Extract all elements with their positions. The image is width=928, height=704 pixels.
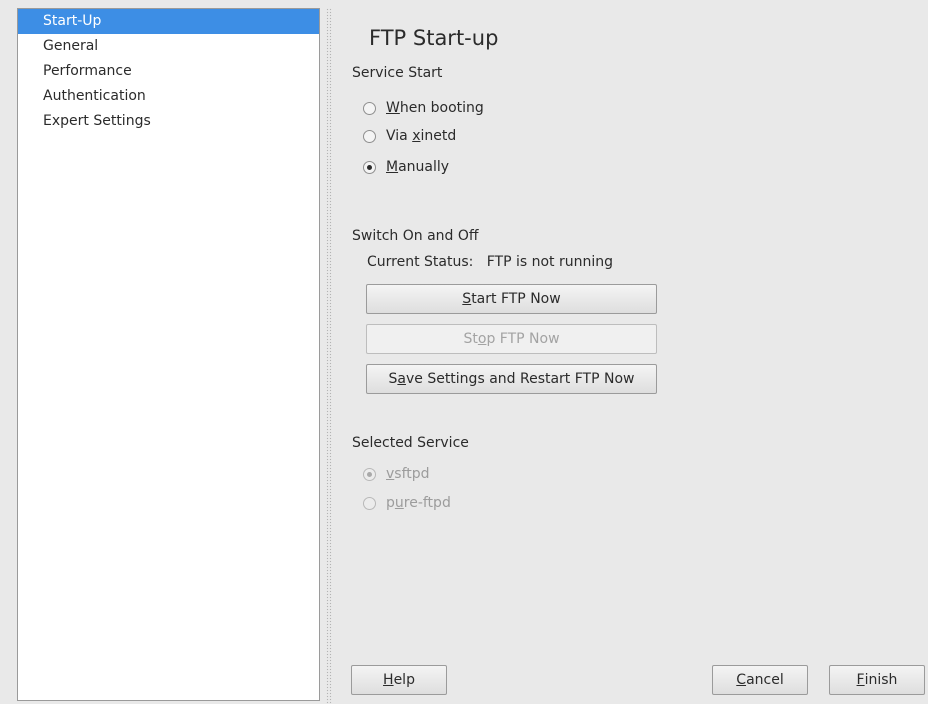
- radio-vsftpd-label: vsftpd: [386, 466, 430, 482]
- sidebar-tree: Start-Up General Performance Authenticat…: [17, 8, 320, 701]
- radio-vsftpd: vsftpd: [363, 463, 430, 485]
- sidebar-item-expert-settings[interactable]: Expert Settings: [18, 109, 319, 134]
- radio-when-booting[interactable]: When booting: [363, 97, 484, 119]
- radio-via-xinetd-label: Via xinetd: [386, 128, 457, 144]
- radio-button-icon: [363, 496, 376, 510]
- sidebar-item-start-up[interactable]: Start-Up: [18, 9, 319, 34]
- ftp-configuration-window: Start-Up General Performance Authenticat…: [0, 0, 928, 704]
- sidebar-item-label: Authentication: [43, 88, 146, 104]
- start-ftp-now-button[interactable]: Start FTP Now: [366, 284, 657, 314]
- sidebar-item-label: Performance: [43, 63, 132, 79]
- pane-splitter-handle[interactable]: [326, 8, 332, 704]
- sidebar-item-performance[interactable]: Performance: [18, 59, 319, 84]
- service-start-label: Service Start: [352, 65, 443, 81]
- radio-pure-ftpd: pure-ftpd: [363, 492, 451, 514]
- radio-via-xinetd[interactable]: Via xinetd: [363, 125, 456, 147]
- radio-pure-ftpd-label: pure-ftpd: [386, 495, 451, 511]
- radio-manually[interactable]: Manually: [363, 156, 449, 178]
- sidebar-item-general[interactable]: General: [18, 34, 319, 59]
- radio-button-icon: [363, 129, 376, 143]
- save-settings-restart-ftp-button[interactable]: Sa ve Settings and Restart FTP Now: [366, 364, 657, 394]
- finish-button[interactable]: Finish: [829, 665, 925, 695]
- stop-ftp-now-button: St o p FTP Now: [366, 324, 657, 354]
- current-status-value: FTP is not running: [486, 254, 614, 270]
- sidebar-item-authentication[interactable]: Authentication: [18, 84, 319, 109]
- radio-when-booting-label: When booting: [386, 100, 484, 116]
- current-status-label: Current Status:: [367, 254, 474, 270]
- current-status: Current Status: FTP is not running: [367, 254, 613, 270]
- radio-button-checked-icon: [363, 467, 376, 481]
- help-button[interactable]: Help: [351, 665, 447, 695]
- cancel-button[interactable]: Cancel: [712, 665, 808, 695]
- sidebar-item-label: General: [43, 38, 99, 54]
- radio-button-icon: [363, 101, 376, 115]
- sidebar-item-label: Start-Up: [43, 13, 102, 29]
- radio-manually-label: Manually: [386, 159, 450, 175]
- switch-on-off-label: Switch On and Off: [352, 228, 479, 244]
- radio-button-checked-icon: [363, 160, 376, 174]
- sidebar-item-label: Expert Settings: [43, 113, 151, 129]
- page-title: FTP Start-up: [369, 26, 499, 50]
- selected-service-label: Selected Service: [352, 435, 469, 451]
